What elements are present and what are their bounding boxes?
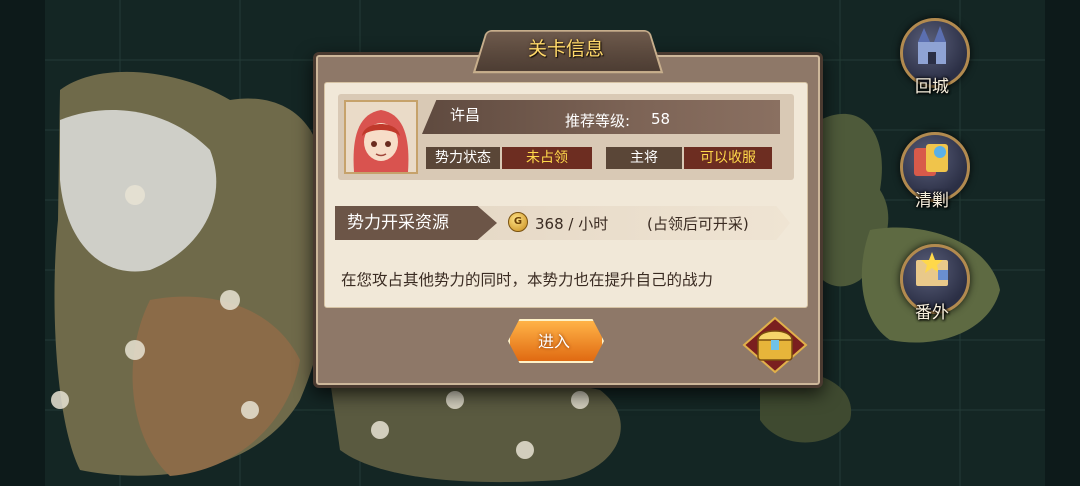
extra-button[interactable]: 番外	[892, 240, 972, 323]
recommended-level-label: 推荐等级:	[565, 112, 631, 130]
general-label: 主将	[606, 147, 682, 169]
return-city-label: 回城	[915, 77, 949, 97]
sweep-label: 清剿	[915, 191, 949, 211]
castle-icon	[918, 26, 946, 64]
faction-status-value: 未占领	[502, 147, 592, 169]
scroll-cards-icon	[914, 144, 948, 176]
coin-icon: G	[508, 212, 528, 232]
treasure-chest-icon[interactable]	[742, 316, 808, 374]
general-avatar-icon	[346, 102, 416, 172]
dialog-title: 关卡信息	[527, 38, 604, 60]
enter-button-label[interactable]: 进入	[508, 328, 600, 352]
resource-label: 势力开采资源	[335, 206, 497, 240]
stage-description: 在您攻占其他势力的同时，本势力也在提升自己的战力	[341, 271, 714, 289]
resource-amount: 368 / 小时	[535, 215, 609, 233]
extra-label: 番外	[915, 303, 949, 323]
sweep-button[interactable]: 清剿	[892, 128, 972, 211]
map-scroll-icon	[916, 252, 948, 286]
general-value: 可以收服	[684, 147, 772, 169]
resource-note: (占领后可开采)	[647, 215, 749, 233]
recommended-level-value: 58	[651, 110, 671, 128]
stage-name: 许昌	[450, 106, 481, 124]
faction-status-label: 势力状态	[426, 147, 500, 169]
general-portrait	[344, 100, 418, 174]
return-city-button[interactable]: 回城	[892, 14, 972, 97]
